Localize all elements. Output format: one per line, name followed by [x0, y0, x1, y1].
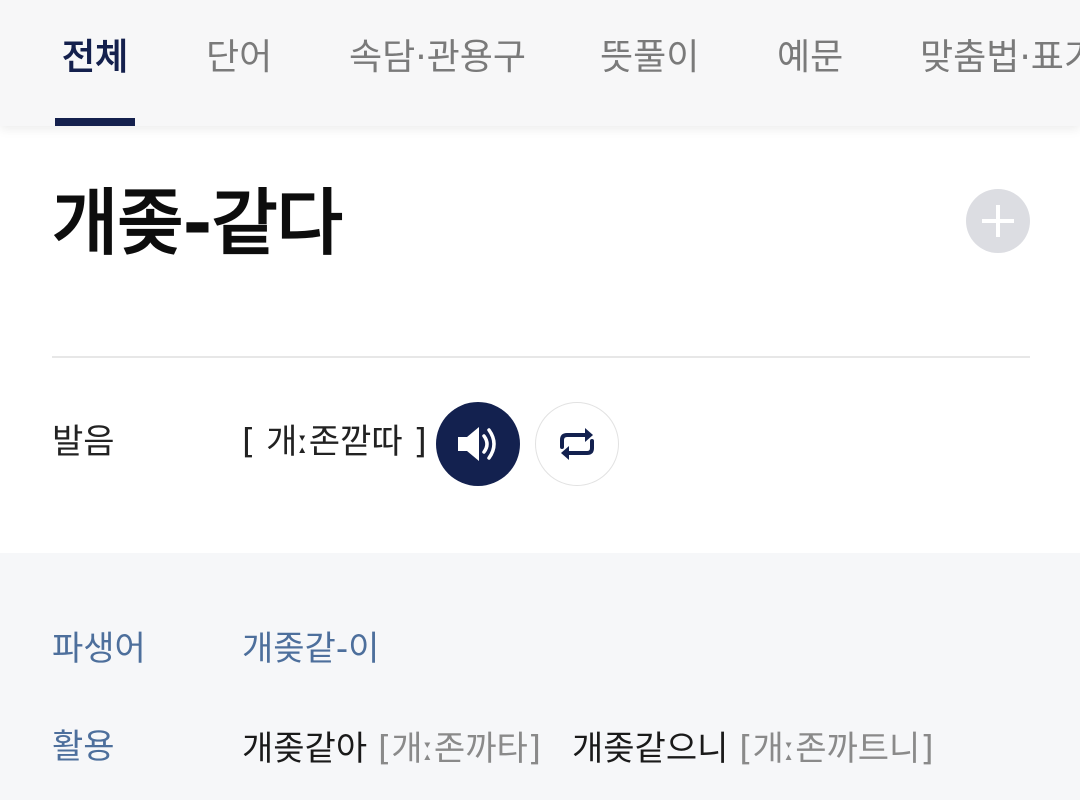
conjugation-item: 개좆같아 [개ː존까타]: [242, 727, 541, 771]
repeat-icon: [560, 428, 594, 460]
add-to-wordbook-button[interactable]: [966, 189, 1030, 253]
conjugation-pronunciation: [개ː존까타]: [377, 729, 542, 769]
tab-bar: 전체 단어 속담·관용구 뜻풀이 예문 맞춤법·표기: [0, 0, 1080, 126]
entry-title: 개좆-같다: [52, 181, 343, 265]
derivative-label: 파생어: [52, 629, 146, 669]
tab-example[interactable]: 예문: [777, 36, 843, 80]
conjugation-item: 개좆같으니 [개ː존까트니]: [572, 727, 934, 771]
divider: [52, 356, 1030, 358]
repeat-pronunciation-button[interactable]: [535, 402, 619, 486]
tab-spelling[interactable]: 맞춤법·표기: [920, 36, 1080, 80]
plus-icon: [982, 205, 1014, 237]
derivative-link[interactable]: 개좆같-이: [242, 627, 379, 671]
speaker-icon: [458, 427, 496, 461]
tab-word[interactable]: 단어: [206, 36, 272, 80]
conjugation-form: 개좆같으니: [572, 729, 729, 769]
active-tab-indicator: [55, 118, 135, 126]
play-pronunciation-button[interactable]: [436, 402, 520, 486]
conjugation-pronunciation: [개ː존까트니]: [739, 729, 934, 769]
tab-all[interactable]: 전체: [62, 36, 128, 80]
pronunciation-label: 발음: [52, 422, 115, 462]
conjugation-label: 활용: [52, 727, 115, 767]
tab-definition[interactable]: 뜻풀이: [600, 36, 699, 80]
conjugation-form: 개좆같아: [242, 729, 368, 769]
pronunciation-text: [ 개ː존깓따 ]: [242, 422, 427, 462]
tab-proverb-idiom[interactable]: 속담·관용구: [349, 36, 526, 80]
